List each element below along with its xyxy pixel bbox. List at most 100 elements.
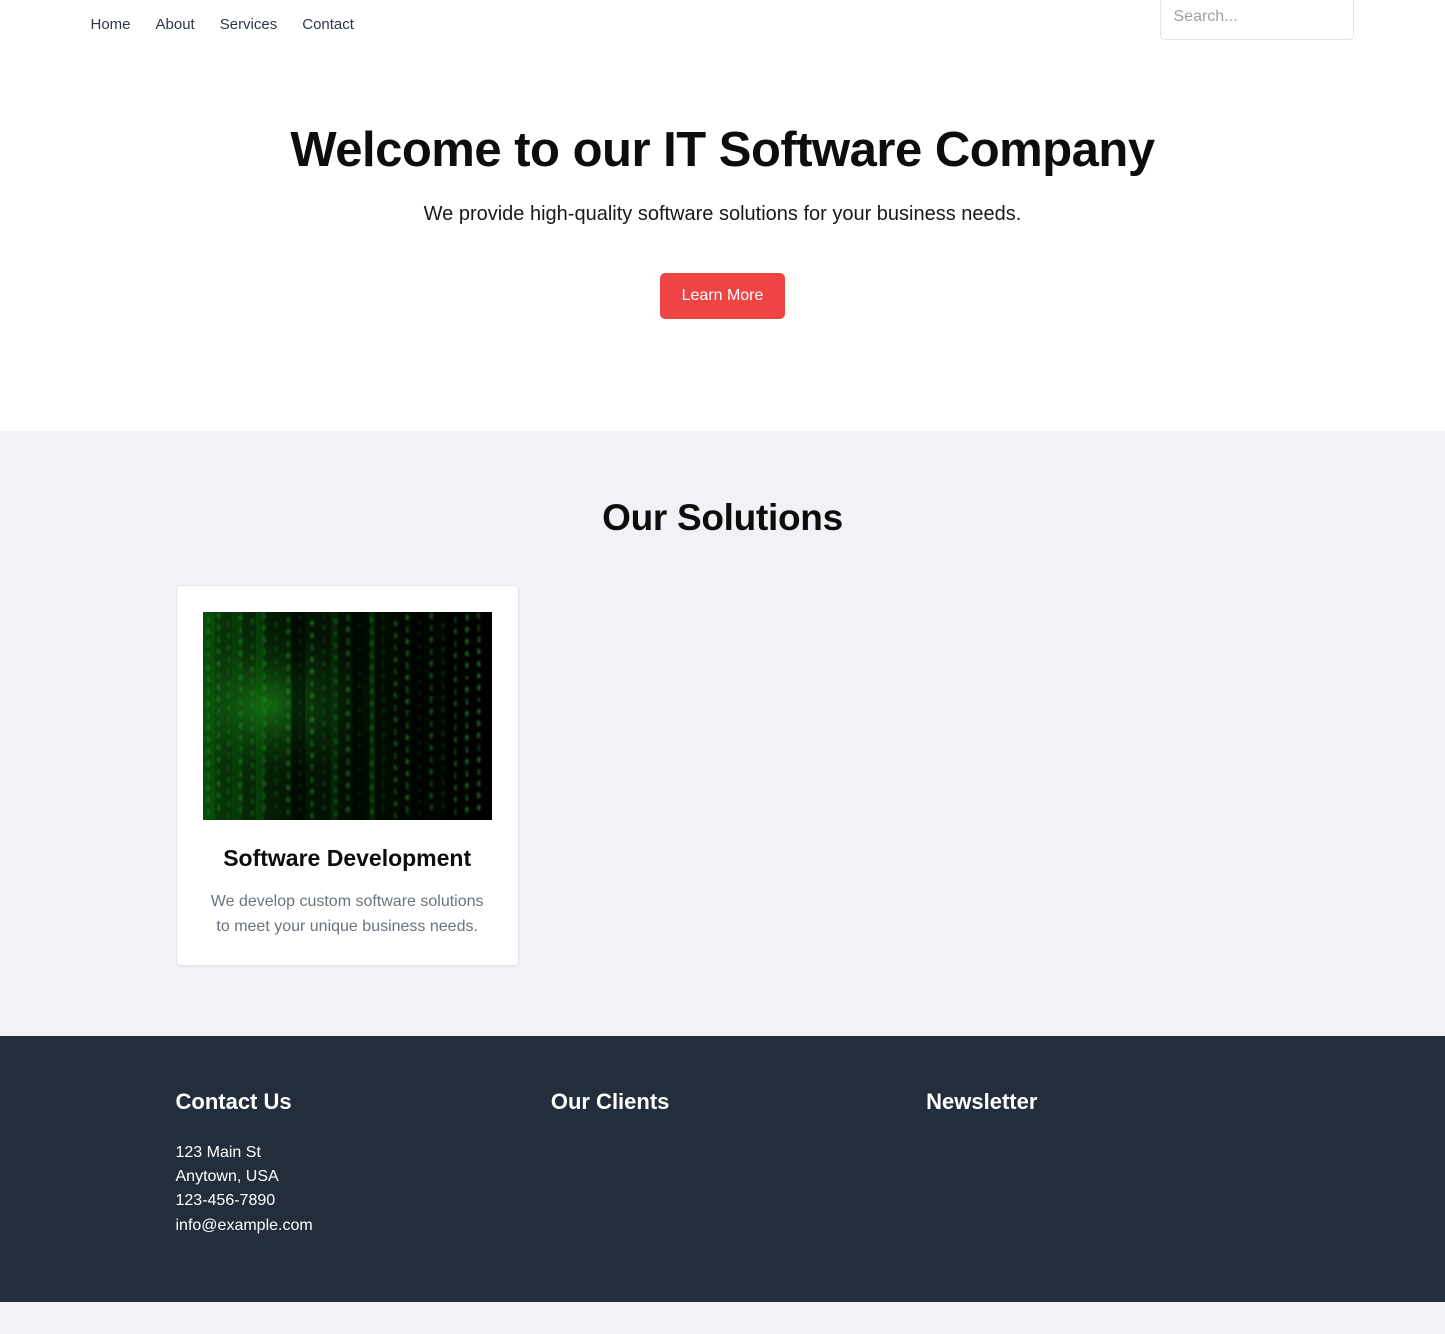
svg-text:7: 7: [405, 711, 409, 719]
svg-text:0: 0: [226, 729, 230, 737]
nav-item-home[interactable]: Home: [91, 15, 131, 35]
svg-text:1: 1: [405, 723, 409, 731]
svg-text:1: 1: [322, 637, 326, 645]
svg-text:0: 0: [465, 783, 469, 791]
svg-text:T: T: [310, 765, 314, 773]
nav-link-contact[interactable]: Contact: [302, 16, 354, 33]
svg-text:0: 0: [381, 733, 385, 741]
svg-text:9: 9: [226, 693, 230, 701]
svg-text:1: 1: [441, 779, 445, 787]
svg-text:0: 0: [310, 753, 314, 761]
svg-text:0: 0: [393, 741, 397, 749]
svg-text:0: 0: [465, 759, 469, 767]
nav-link-about[interactable]: About: [156, 16, 195, 33]
nav-link-home[interactable]: Home: [91, 16, 131, 33]
learn-more-button[interactable]: Learn More: [659, 272, 786, 319]
svg-text:A: A: [465, 651, 469, 659]
svg-text:0: 0: [405, 699, 409, 707]
svg-text:0: 0: [393, 681, 397, 689]
footer-email: info@example.com: [175, 1216, 313, 1234]
svg-text:7: 7: [322, 757, 326, 765]
site-header: Home About Services Contact: [0, 0, 1445, 62]
svg-text:1: 1: [274, 731, 278, 739]
svg-text:1: 1: [226, 765, 230, 773]
svg-text:+: +: [465, 675, 469, 683]
svg-text:1: 1: [286, 641, 290, 649]
svg-text:0: 0: [441, 671, 445, 679]
svg-text:1: 1: [429, 757, 433, 765]
footer-address-block: 123 Main St Anytown, USA 123-456-7890 in…: [176, 1141, 519, 1238]
svg-text:0: 0: [429, 637, 433, 645]
svg-text:0: 0: [216, 745, 220, 753]
matrix-code-rain-image: 101 704 291 053 810 61 031 901 507 120: [202, 612, 492, 821]
svg-text:1: 1: [429, 649, 433, 657]
search-input[interactable]: [1159, 0, 1354, 40]
footer-phone: 123-456-7890: [175, 1192, 276, 1210]
solution-card-description: We develop custom software solutions to …: [210, 893, 484, 935]
svg-text:1: 1: [441, 719, 445, 727]
svg-text:0: 0: [405, 639, 409, 647]
svg-text:0: 0: [465, 735, 469, 743]
svg-text:0: 0: [441, 623, 445, 631]
svg-text:1: 1: [429, 625, 433, 633]
svg-text:0: 0: [322, 661, 326, 669]
svg-text:R: R: [310, 669, 314, 677]
nav-link-services[interactable]: Services: [220, 16, 278, 33]
footer-column-contact: Contact Us 123 Main St Anytown, USA 123-…: [176, 1088, 519, 1238]
svg-text:0: 0: [286, 761, 290, 769]
svg-text:9: 9: [216, 649, 220, 657]
svg-text:1: 1: [393, 705, 397, 713]
nav-item-contact[interactable]: Contact: [302, 15, 354, 35]
svg-text:6: 6: [226, 645, 230, 653]
svg-text:1: 1: [286, 809, 290, 817]
svg-text:1: 1: [465, 747, 469, 755]
svg-text:1: 1: [465, 723, 469, 731]
svg-text:C: C: [477, 613, 481, 621]
svg-text:0: 0: [250, 811, 254, 819]
svg-text:1: 1: [322, 709, 326, 717]
footer-heading-contact: Contact Us: [175, 1088, 292, 1114]
svg-text:2: 2: [286, 665, 290, 673]
svg-text:1: 1: [322, 673, 326, 681]
svg-text:1: 1: [286, 617, 290, 625]
svg-text:1: 1: [250, 679, 254, 687]
svg-text:1: 1: [405, 687, 409, 695]
svg-text:5: 5: [393, 693, 397, 701]
svg-text:(: (: [477, 625, 481, 633]
svg-text:0: 0: [310, 657, 314, 665]
svg-text:0: 0: [345, 711, 349, 719]
svg-text:0: 0: [216, 661, 220, 669]
svg-text:0: 0: [381, 757, 385, 765]
svg-text:2: 2: [226, 801, 230, 809]
svg-text:0: 0: [226, 681, 230, 689]
svg-text:0: 0: [405, 675, 409, 683]
svg-text:8: 8: [381, 697, 385, 705]
svg-text:1: 1: [465, 699, 469, 707]
svg-text:0: 0: [286, 725, 290, 733]
svg-text:1: 1: [441, 803, 445, 811]
svg-text:0: 0: [216, 697, 220, 705]
svg-text:0: 0: [381, 649, 385, 657]
nav-item-services[interactable]: Services: [220, 15, 278, 35]
solution-card[interactable]: 101 704 291 053 810 61 031 901 507 120: [175, 585, 519, 966]
footer-column-grid: Contact Us 123 Main St Anytown, USA 123-…: [176, 1088, 1270, 1238]
svg-text:A: A: [477, 673, 481, 681]
svg-text:1: 1: [381, 685, 385, 693]
svg-text:0: 0: [274, 755, 278, 763]
svg-text:8: 8: [216, 781, 220, 789]
svg-text:1: 1: [274, 695, 278, 703]
svg-text:1: 1: [322, 613, 326, 621]
footer-address-street: 123 Main St: [175, 1143, 261, 1161]
svg-text:1: 1: [405, 627, 409, 635]
svg-text:0: 0: [345, 651, 349, 659]
svg-text:0: 0: [441, 647, 445, 655]
svg-text:0: 0: [286, 653, 290, 661]
svg-text:1: 1: [250, 631, 254, 639]
svg-text:1: 1: [381, 721, 385, 729]
svg-text:1: 1: [274, 635, 278, 643]
svg-text:1: 1: [216, 721, 220, 729]
svg-text:1: 1: [310, 777, 314, 785]
nav-item-about[interactable]: About: [156, 15, 195, 35]
svg-text:0: 0: [441, 731, 445, 739]
svg-text:3: 3: [477, 637, 481, 645]
